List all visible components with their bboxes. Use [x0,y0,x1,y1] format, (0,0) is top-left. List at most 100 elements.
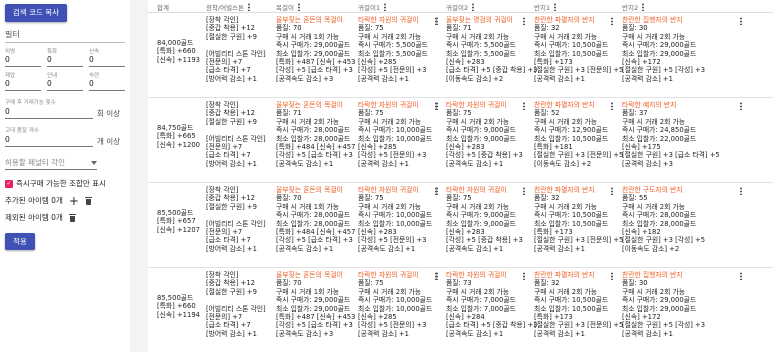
item-detail: [절실한 구원] +3 [전문의] +5 [534,66,624,75]
min-trades-label: 구매 후 거래가능 횟수 [5,100,56,106]
crit-input[interactable]: 0 [5,54,41,67]
header-sum-label: 합계 [157,4,169,12]
item-detail: 최소 입찰가: 28,000골드 [622,219,697,228]
more-vert-icon[interactable] [611,187,613,195]
item-detail: [절실한 구원] +9 [206,287,257,296]
min-trades-input[interactable]: 0 [5,106,93,119]
more-vert-icon[interactable] [642,3,645,11]
item-detail: [급소 타격] +7 [206,236,251,245]
item-detail: 구매 시 거래 2회 가능 [622,32,685,41]
ring2-cell: 타락한 예지의 반지 품질: 37 구매 시 거래 2회 가능 즉시 구매가: 24,… [622,101,742,168]
item-detail: [급소 타격] +7 [206,151,251,160]
item-detail: 품질: 71 [276,109,302,118]
item-detail: [공격속도 감소] +1 [276,159,334,168]
necklace-cell: 울부짖는 혼돈의 목걸이 품질: 70 구매 시 거래 1회 가능 즉시 구매가: 2… [276,271,438,338]
more-vert-icon[interactable] [554,3,557,11]
item-detail: [장착 각인] [206,186,239,194]
item-detail: 구매 시 거래 2회 가능 [446,117,509,126]
item-detail: 즉시 구매가: 10,000골드 [358,211,433,220]
endurance-field[interactable]: 인내 0 [47,71,83,91]
ring2-cell: 찬란한 집행자의 반지 품질: 30 구매 시 거래 2회 가능 즉시 구매가: 29… [622,271,742,338]
crit-field[interactable]: 치명 0 [5,47,41,67]
item-detail: [각성] +5 [중갑 착용] +3 [446,236,523,245]
expertise-field[interactable]: 숙련 0 [89,71,125,91]
checkbox-checked-icon[interactable]: ✓ [5,179,13,188]
item-detail: [절실한 구원] +3 [전문의] +5 [534,151,624,160]
buy-now-filter[interactable]: ✓ 즉시구매 가능한 조합만 표시 [5,178,125,189]
table-row: 85,500골드 [특화] +660 [신속] +1194 [장착 각인] [중갑 착용… [148,268,773,352]
item-detail: 최소 입찰가: 28,000골드 [276,219,351,228]
item-detail: [절실한 구원] +9 [206,32,257,41]
more-vert-icon[interactable] [611,17,613,25]
more-vert-icon[interactable] [435,17,437,25]
item-detail: [각성] +5 [급소 타격] +3 [276,236,353,245]
more-vert-icon[interactable] [611,272,613,280]
domination-input[interactable]: 0 [5,78,41,91]
expertise-input[interactable]: 0 [89,78,125,91]
ring1-cell: 찬란한 파멸자의 반지 품질: 32 구매 시 거래 2회 가능 즉시 구매가: 10… [534,271,623,338]
item-detail: 최소 입찰가: 10,500골드 [534,304,609,313]
item-detail: 구매 시 거래 2회 가능 [534,117,597,126]
sum-cell: 85,500골드 [특화] +660 [신속] +1194 [157,294,200,319]
item-detail: [공격속도 감소] +1 [358,244,416,253]
domination-field[interactable]: 제압 0 [5,71,41,91]
item-detail: 즉시 구매가: 29,000골드 [622,41,697,50]
header-necklace: 목걸이 [276,2,300,12]
sum-cell: 85,500골드 [특화] +657 [신속] +1207 [157,209,200,234]
item-detail: 구매 시 거래 1회 가능 [276,287,339,296]
endurance-input[interactable]: 0 [47,78,83,91]
header-ring2-label: 반지2 [622,4,639,12]
item-detail: 즉시 구매가: 5,500골드 [446,41,516,50]
more-vert-icon[interactable] [740,17,742,25]
more-vert-icon[interactable] [297,3,300,11]
delete-icon[interactable] [68,213,76,222]
add-item-icon[interactable]: + [69,195,79,207]
item-detail: 최소 입찰가: 29,000골드 [276,304,351,313]
more-vert-icon[interactable] [523,17,525,25]
swiftness-input[interactable]: 0 [89,54,125,67]
more-vert-icon[interactable] [384,3,387,11]
item-detail: 즉시 구매가: 12,900골드 [534,126,609,135]
more-vert-icon[interactable] [248,3,251,11]
swiftness-field[interactable]: 신속 0 [89,47,125,67]
more-vert-icon[interactable] [740,102,742,110]
item-detail: 품질: 71 [446,24,472,33]
more-vert-icon[interactable] [523,272,525,280]
item-detail: [공격속도 감소] +3 [276,329,334,338]
item-detail: [어빌리티 스톤 각인] [206,49,266,58]
copy-search-code-button[interactable]: 검색 코드 복사 [5,4,67,22]
apply-button[interactable]: 적용 [5,233,35,250]
item-detail: 구매 시 거래 2회 가능 [446,32,509,41]
ring2-cell: 찬란한 구도자의 반지 품질: 55 구매 시 거래 2회 가능 즉시 구매가: 28… [622,186,742,253]
more-vert-icon[interactable] [435,187,437,195]
more-vert-icon[interactable] [523,102,525,110]
specialization-field[interactable]: 특화 0 [47,47,83,67]
more-vert-icon[interactable] [472,3,475,11]
item-detail: 84,000골드 [157,39,194,47]
item-detail: 즉시 구매가: 28,000골드 [622,211,697,220]
item-detail: [공격력 감소] +1 [622,74,673,83]
item-name: 울부짖는 혼돈의 목걸이 [276,271,343,279]
item-detail: [신속] +1193 [157,55,200,64]
item-name: 타락한 자원의 귀걸이 [358,271,419,279]
item-name: 타락한 자원의 귀걸이 [358,16,419,24]
more-vert-icon[interactable] [523,187,525,195]
item-detail: 즉시 구매가: 5,500골드 [358,41,428,50]
more-vert-icon[interactable] [435,102,437,110]
item-detail: 85,500골드 [157,209,194,217]
item-detail: [급소 타격] +7 [206,321,251,330]
item-detail: 구매 시 거래 2회 가능 [446,287,509,296]
specialization-input[interactable]: 0 [47,54,83,67]
item-detail: [공격속도 감소] +1 [446,329,504,338]
more-vert-icon[interactable] [435,272,437,280]
min-quality-input[interactable]: 0 [5,134,93,147]
more-vert-icon[interactable] [740,272,742,280]
delete-icon[interactable] [84,196,92,205]
more-vert-icon[interactable] [740,187,742,195]
item-detail: [공격력 감소] +1 [534,74,585,83]
penalty-engraving-select[interactable]: 허용할 페널티 각인 [5,156,97,170]
item-detail: [특화] +660 [157,47,196,56]
item-detail: 즉시 구매가: 29,000골드 [276,296,351,305]
item-detail [206,41,266,49]
more-vert-icon[interactable] [611,102,613,110]
